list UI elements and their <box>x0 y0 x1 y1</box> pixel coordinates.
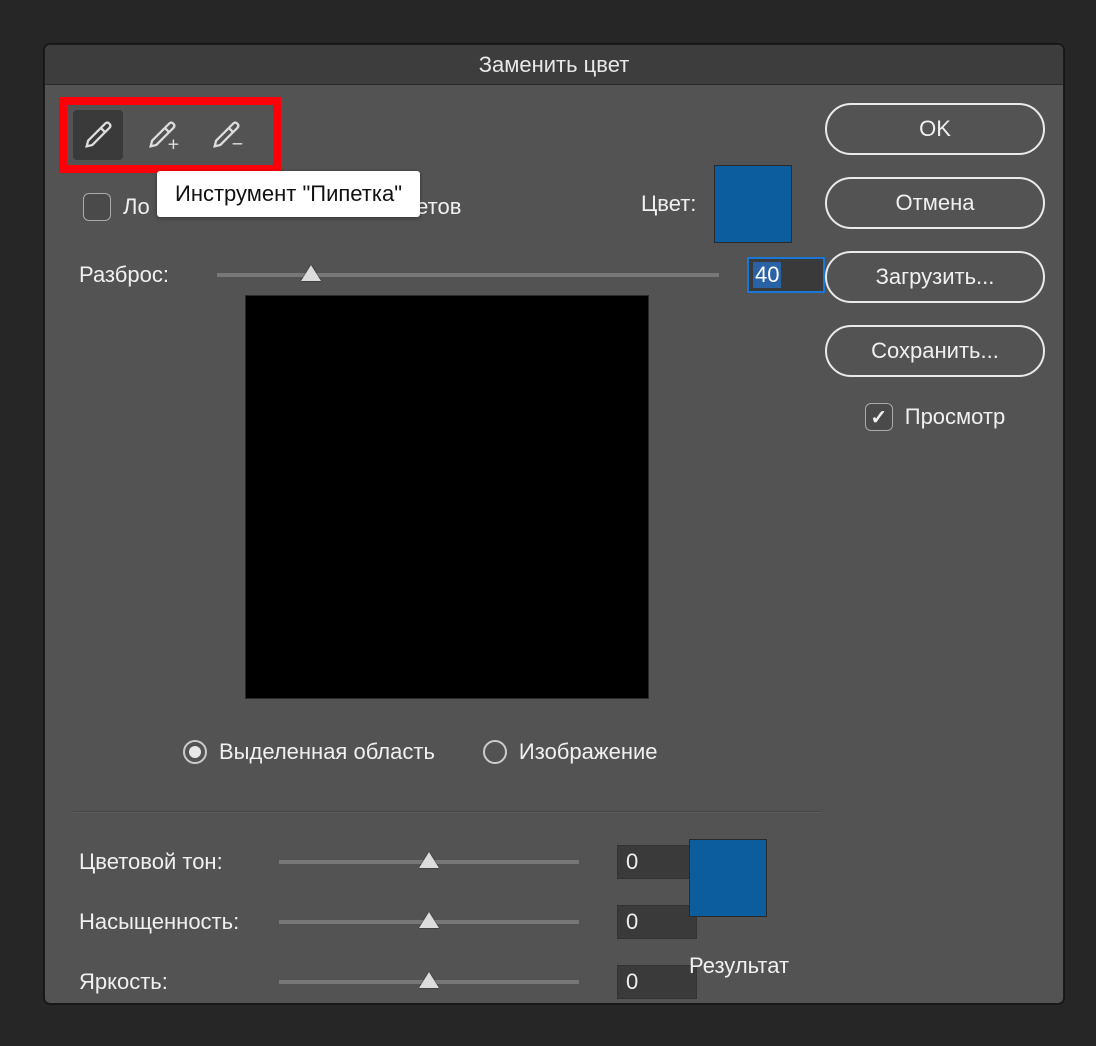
result-label: Результат <box>689 953 789 979</box>
right-button-column: OK Отмена Загрузить... Сохранить... Прос… <box>825 97 1045 981</box>
preview-checkbox-row: Просмотр <box>825 403 1045 431</box>
eyedropper-icon <box>81 118 115 152</box>
saturation-slider[interactable] <box>279 920 579 924</box>
saturation-label: Насыщенность: <box>79 909 279 935</box>
hue-input[interactable]: 0 <box>617 845 697 879</box>
separator <box>73 811 821 812</box>
hue-row: Цветовой тон: 0 <box>79 845 697 879</box>
lightness-row: Яркость: 0 <box>79 965 697 999</box>
hue-label: Цветовой тон: <box>79 849 279 875</box>
preview-mode-radios: Выделенная область Изображение <box>183 739 658 765</box>
radio-selection-label: Выделенная область <box>219 739 435 765</box>
source-color-swatch[interactable] <box>714 165 792 243</box>
ok-button[interactable]: OK <box>825 103 1045 155</box>
svg-text:+: + <box>168 134 179 152</box>
radio-selection-indicator <box>183 740 207 764</box>
localized-clusters-label-part1: Ло <box>123 194 150 220</box>
radio-image-label: Изображение <box>519 739 658 765</box>
svg-text:−: − <box>232 134 243 152</box>
fuzziness-label: Разброс: <box>79 262 217 288</box>
radio-image[interactable]: Изображение <box>483 739 658 765</box>
dialog-body: + − Инструмент "Пипетка" Ло xxxxxxxxxxxx… <box>45 85 1063 1003</box>
saturation-row: Насыщенность: 0 <box>79 905 697 939</box>
lightness-input[interactable]: 0 <box>617 965 697 999</box>
selection-preview <box>245 295 649 699</box>
eyedropper-subtract-button[interactable]: − <box>201 110 251 160</box>
eyedropper-add-button[interactable]: + <box>137 110 187 160</box>
eyedropper-plus-icon: + <box>145 118 179 152</box>
fuzziness-value: 40 <box>753 262 781 288</box>
eyedropper-minus-icon: − <box>209 118 243 152</box>
preview-checkbox-label: Просмотр <box>905 404 1005 430</box>
fuzziness-slider[interactable] <box>217 273 719 277</box>
fuzziness-input[interactable]: 40 <box>747 257 825 293</box>
eyedropper-button[interactable] <box>73 110 123 160</box>
lightness-slider[interactable] <box>279 980 579 984</box>
radio-image-indicator <box>483 740 507 764</box>
saturation-slider-thumb[interactable] <box>419 912 439 928</box>
hue-slider[interactable] <box>279 860 579 864</box>
lightness-slider-thumb[interactable] <box>419 972 439 988</box>
fuzziness-slider-thumb[interactable] <box>301 265 321 281</box>
localized-clusters-checkbox[interactable] <box>83 193 111 221</box>
source-color-label: Цвет: <box>641 191 696 217</box>
cancel-button[interactable]: Отмена <box>825 177 1045 229</box>
left-panel: + − Инструмент "Пипетка" Ло xxxxxxxxxxxx… <box>65 97 825 981</box>
save-button[interactable]: Сохранить... <box>825 325 1045 377</box>
lightness-label: Яркость: <box>79 969 279 995</box>
result-color-swatch[interactable] <box>689 839 767 917</box>
source-color-row: Цвет: <box>641 165 792 243</box>
saturation-input[interactable]: 0 <box>617 905 697 939</box>
load-button[interactable]: Загрузить... <box>825 251 1045 303</box>
preview-checkbox[interactable] <box>865 403 893 431</box>
dialog-title: Заменить цвет <box>45 45 1063 85</box>
hue-slider-thumb[interactable] <box>419 852 439 868</box>
fuzziness-row: Разброс: 40 <box>79 257 825 293</box>
radio-selection[interactable]: Выделенная область <box>183 739 435 765</box>
eyedropper-tool-group: + − <box>59 97 281 173</box>
replace-color-dialog: Заменить цвет + <box>44 44 1064 1004</box>
eyedropper-tooltip: Инструмент "Пипетка" <box>157 171 420 217</box>
